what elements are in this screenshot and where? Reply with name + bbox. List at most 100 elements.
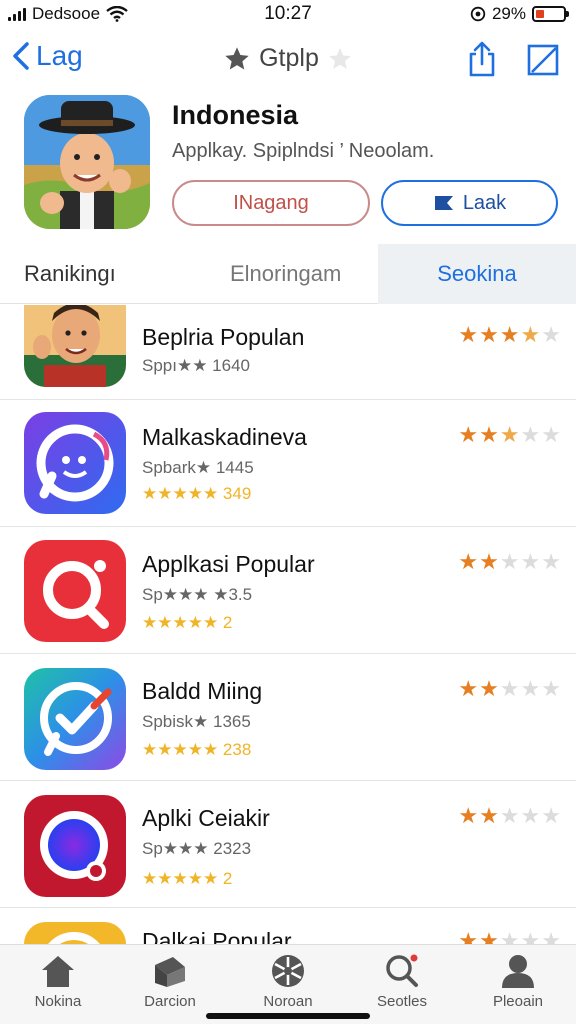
secondary-label: Laak [462, 191, 507, 214]
app-icon[interactable] [24, 95, 150, 229]
list-item-reviews: ★★★★★ 238 [142, 740, 252, 759]
tab-selected[interactable]: Seokina [378, 244, 576, 304]
list-item-meta: Sp★★★ 2323 [142, 839, 252, 858]
list-item[interactable]: Applkasi Popular Sp★★★ ★3.5 ★★★★★ 2 ★★★★… [0, 527, 576, 654]
rating-star: ★ [520, 803, 542, 828]
star-rating: ★★★★★ [458, 422, 562, 448]
list-item-meta: Sppı★★ 1640 [142, 356, 250, 375]
list-item[interactable]: Malkaskadineva Spbark★ 1445 ★★★★★ 349 ★★… [0, 400, 576, 527]
rating-star: ★ [541, 803, 562, 828]
tabbar-item-today[interactable]: Nokina [8, 953, 108, 1010]
install-button[interactable]: INagang [172, 180, 370, 226]
segmented-tabs: Ranikingı Elnoringam Seokina [0, 244, 576, 304]
profile-icon [502, 955, 534, 988]
app-icon-partial [47, 932, 101, 945]
star-rating: ★★★★★ [458, 322, 562, 348]
rating-star: ★ [499, 803, 521, 828]
list-item-icon [24, 540, 126, 642]
rating-star: ★ [458, 549, 480, 574]
rating-star: ★ [520, 422, 542, 447]
secondary-button[interactable]: Laak [381, 180, 558, 226]
list-item-meta: Spbark★ 1445 [142, 458, 254, 477]
rating-star: ★ [541, 422, 562, 447]
rating-star: ★ [520, 322, 542, 347]
share-button[interactable] [466, 40, 500, 80]
list-item[interactable]: Dalkai Popular ★★★★★ [0, 908, 576, 945]
star-rating: ★★★★★ [458, 549, 562, 575]
tab-ranking[interactable]: Ranikingı [24, 244, 116, 304]
home-icon [42, 956, 74, 987]
app-name: Indonesia [172, 100, 299, 130]
character-face-icon [24, 305, 126, 387]
list-item-title: Dalkai Popular [142, 928, 292, 945]
tabbar-item-apps[interactable]: Noroan [238, 953, 338, 1010]
rating-star: ★ [499, 928, 521, 945]
list-item-title: Beplria Populan [142, 324, 305, 350]
list-item-icon [24, 668, 126, 770]
compose-icon [527, 44, 559, 76]
rating-star: ★ [520, 549, 542, 574]
apps-icon [272, 955, 304, 987]
install-label: INagang [233, 191, 309, 214]
rating-star: ★ [499, 549, 521, 574]
app-list: Beplria Populan Sppı★★ 1640 ★★★★★ Malkas… [0, 305, 576, 945]
rating-star: ★ [541, 322, 562, 347]
rating-star: ★ [458, 928, 480, 945]
rating-star: ★ [499, 422, 521, 447]
flag-icon [434, 196, 453, 210]
star-rating: ★★★★★ [458, 676, 562, 702]
rating-star: ★ [479, 803, 500, 828]
magnifier-app-icon [24, 540, 126, 642]
star-rating: ★★★★★ [458, 803, 562, 829]
rating-star: ★ [541, 676, 562, 701]
rating-star: ★ [520, 928, 542, 945]
star-icon [225, 46, 249, 69]
battery-percent: 29% [491, 4, 526, 23]
search-icon [386, 954, 418, 987]
chat-bubble-icon [24, 412, 126, 514]
orientation-lock-icon [470, 6, 486, 22]
rating-star: ★ [479, 676, 500, 701]
list-item-icon [24, 412, 126, 514]
cowboy-character-icon [24, 95, 150, 229]
list-item-reviews: ★★★★★ 349 [142, 484, 252, 503]
star-outline-icon [329, 47, 351, 69]
rating-star: ★ [458, 676, 480, 701]
list-item-title: Baldd Miing [142, 678, 263, 704]
rating-star: ★ [458, 322, 480, 347]
list-item-title: Applkasi Popular [142, 551, 315, 577]
rating-star: ★ [541, 928, 562, 945]
tab-trending[interactable]: Elnoringam [230, 244, 341, 304]
list-item[interactable]: Beplria Populan Sppı★★ 1640 ★★★★★ [0, 305, 576, 400]
tabbar-item-search[interactable]: Seotles [352, 953, 452, 1010]
rating-star: ★ [458, 422, 480, 447]
check-bubble-icon [24, 668, 126, 770]
bottom-tab-bar: Nokina Darcion Noroan Seotles Pleoain [0, 944, 576, 1024]
list-item-reviews: ★★★★★ 2 [142, 869, 233, 888]
tabbar-item-games[interactable]: Darcion [120, 953, 220, 1010]
app-subtitle: Applkay. Spiplndsi ’ Neoolam. [172, 140, 435, 162]
rating-star: ★ [479, 322, 500, 347]
rating-star: ★ [479, 549, 500, 574]
list-item[interactable]: Aplki Ceiakir Sp★★★ 2323 ★★★★★ 2 ★★★★★ [0, 781, 576, 908]
rating-star: ★ [479, 422, 500, 447]
list-item-meta: Spbisk★ 1365 [142, 712, 251, 731]
star-rating: ★★★★★ [458, 928, 562, 945]
list-item-title: Aplki Ceiakir [142, 805, 270, 831]
navigation-bar: Lag Gtplp [0, 34, 576, 86]
home-indicator [206, 1013, 370, 1019]
compose-button[interactable] [526, 40, 560, 80]
list-item-icon [24, 795, 126, 897]
rating-star: ★ [479, 928, 500, 945]
rating-star: ★ [520, 676, 542, 701]
page-title: Gtplp [259, 44, 319, 72]
share-icon [469, 41, 495, 77]
list-item-meta: Sp★★★ ★3.5 [142, 585, 253, 604]
battery-icon [532, 6, 569, 22]
rating-star: ★ [499, 322, 521, 347]
rating-star: ★ [458, 803, 480, 828]
list-item[interactable]: Baldd Miing Spbisk★ 1365 ★★★★★ 238 ★★★★★ [0, 654, 576, 781]
camera-lens-icon [24, 795, 126, 897]
tabbar-item-profile[interactable]: Pleoain [468, 953, 568, 1010]
list-item-title: Malkaskadineva [142, 424, 307, 450]
